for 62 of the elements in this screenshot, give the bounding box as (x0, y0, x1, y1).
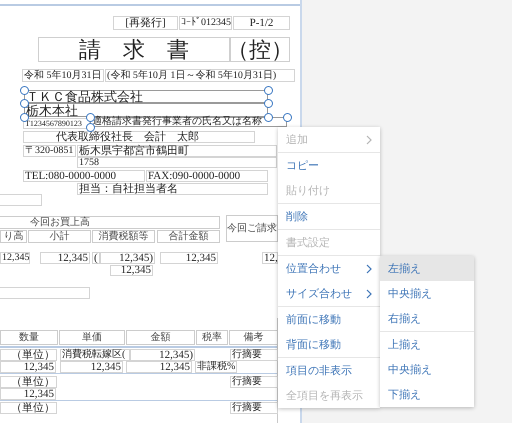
column-header[interactable]: 数量 (0, 330, 58, 345)
report-field[interactable]: （単位） (0, 376, 57, 388)
report-field[interactable]: 12,345 (40, 252, 90, 264)
menu-item[interactable]: 位置合わせ (278, 256, 380, 281)
chevron-right-icon (366, 264, 372, 274)
report-field[interactable]: 12,345 (0, 252, 30, 264)
report-field[interactable]: 行摘要 (230, 402, 278, 414)
menu-item[interactable]: 中央揃え (380, 357, 474, 382)
report-field[interactable]: 〒320-0851 (23, 145, 76, 157)
menu-item[interactable]: 項目の非表示 (278, 358, 380, 383)
empty-field[interactable] (0, 194, 42, 206)
report-field[interactable]: 代表取締役社長 会計 太郎 (23, 131, 255, 143)
report-field[interactable]: 12, (262, 252, 278, 264)
report-field[interactable]: ( (92, 252, 100, 264)
report-field[interactable]: 栃木県宇都宮市鶴田町 (77, 145, 277, 157)
chevron-right-icon (366, 134, 372, 144)
report-field[interactable]: 12,345) (100, 252, 155, 264)
report-field[interactable]: 12,345 (0, 388, 56, 400)
menu-item[interactable]: 下揃え (380, 382, 474, 407)
menu-item[interactable]: サイズ合わせ (278, 281, 380, 306)
column-header[interactable]: り高 (0, 230, 27, 243)
menu-item[interactable]: 左揃え (380, 256, 474, 281)
menu-item[interactable]: コピー (278, 153, 380, 178)
column-header[interactable]: 備考 (229, 330, 278, 345)
menu-item[interactable]: 上揃え (380, 332, 474, 357)
report-field[interactable]: 12,345 (110, 265, 153, 276)
report-field[interactable]: 12,345 (60, 361, 123, 373)
report-field[interactable]: FAX:090-0000-0000 (146, 170, 268, 182)
report-field[interactable]: 担当：自社担当者名 (77, 183, 268, 195)
report-field[interactable]: 12,345 (126, 361, 192, 373)
menu-item[interactable]: 右揃え (380, 306, 474, 331)
chevron-right-icon (366, 288, 372, 298)
report-field[interactable]: （単位） (0, 402, 57, 414)
report-field[interactable]: P-1/2 (233, 16, 290, 30)
report-field[interactable]: (令和 5年10月 1日～令和 5年10月31日) (105, 69, 295, 82)
column-header[interactable]: 金額 (126, 330, 195, 345)
report-field[interactable]: 12,345) (130, 349, 195, 361)
report-field[interactable]: 12,345 (160, 252, 218, 264)
resize-handle[interactable] (282, 112, 292, 122)
report-field[interactable]: 12,345 (0, 361, 56, 373)
column-header[interactable]: 合計金額 (157, 230, 220, 243)
column-header[interactable]: 税率 (196, 330, 228, 345)
report-field[interactable]: （単位） (0, 349, 57, 361)
empty-field[interactable] (0, 287, 90, 299)
report-field[interactable]: TEL:080-0000-0000 (23, 170, 145, 182)
report-field[interactable]: 消費税転嫁区( (60, 349, 130, 361)
column-header[interactable]: 消費税額等 (92, 230, 155, 243)
menu-item[interactable]: 削除 (278, 204, 380, 229)
column-header[interactable]: 今回お買上高 (0, 216, 220, 229)
report-field[interactable]: 1758 (77, 157, 277, 168)
report-field[interactable]: 令和 5年10月31日 (22, 69, 104, 82)
menu-item[interactable]: 前面に移動 (278, 307, 380, 332)
menu-item[interactable]: 中央揃え (380, 281, 474, 306)
column-header[interactable]: 今回ご請求 (226, 215, 278, 242)
report-field[interactable]: [再発行] (113, 16, 178, 30)
report-title[interactable]: 請 求 書 (38, 37, 230, 62)
column-header[interactable]: 小計 (28, 230, 91, 243)
column-header[interactable]: 単価 (59, 330, 125, 345)
report-title[interactable]: （控） (230, 37, 290, 62)
report-field[interactable]: 非課税% (195, 361, 237, 373)
menu-item[interactable]: 背面に移動 (278, 332, 380, 357)
report-field[interactable]: ｺｰﾄﾞ012345 (179, 16, 232, 30)
